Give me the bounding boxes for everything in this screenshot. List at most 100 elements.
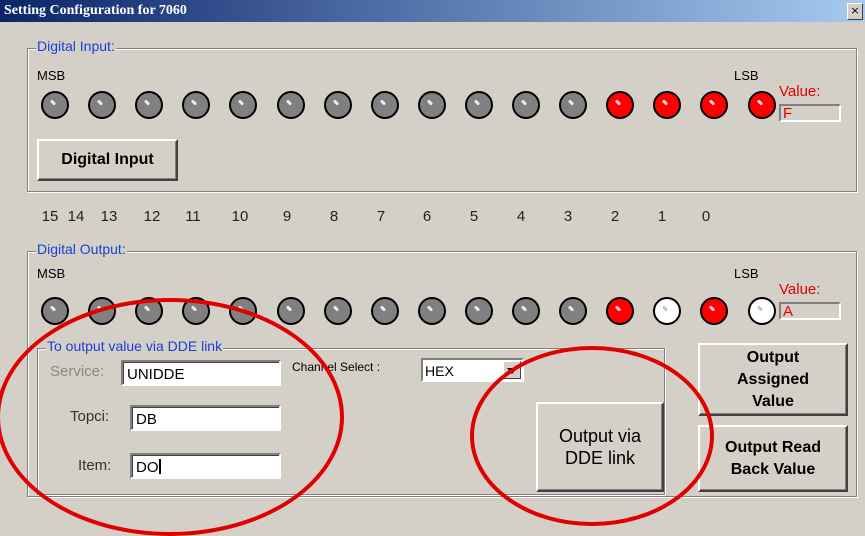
output-assigned-value-button[interactable]: Output Assigned Value [698,343,848,416]
digital-output-led-bit-10[interactable] [276,297,305,325]
bit-number-label: 8 [329,208,339,225]
led-glint [473,99,481,106]
close-button[interactable]: × [847,3,863,20]
bit-number-label: 15 [41,208,59,225]
led-glint [662,305,669,312]
digital-output-led-bit-13[interactable] [135,297,164,325]
led-glint [520,99,528,106]
led-glint [332,305,339,312]
bit-number-label: 5 [469,208,479,225]
bit-number-label: 12 [143,208,161,225]
led-glint [709,99,716,106]
chevron-down-icon[interactable] [503,361,521,379]
led-glint [567,99,575,106]
led-glint [473,305,481,312]
service-input[interactable]: UNIDDE [121,360,281,386]
digital-input-lsb-label: LSB [734,68,759,83]
digital-input-led-bit-14 [88,91,117,119]
digital-output-msb-label: MSB [37,266,66,281]
digital-output-lsb-label: LSB [734,266,759,281]
digital-output-led-bit-7[interactable] [417,297,446,325]
digital-input-led-bit-15 [41,91,69,119]
led-glint [191,305,198,312]
digital-output-led-bit-6[interactable] [464,297,493,325]
led-glint [285,99,292,106]
bit-number-label: 1 [657,208,667,225]
title-bar: Setting Configuration for 7060 × [0,0,865,22]
digital-output-led-bit-4[interactable] [559,297,588,325]
led-glint [520,305,528,312]
digital-input-led-bit-4 [559,91,588,119]
digital-output-led-bit-5[interactable] [512,297,540,325]
bit-number-label: 4 [516,208,526,225]
digital-input-led-bit-10 [276,91,305,119]
led-glint [238,305,245,312]
led-glint [238,99,245,106]
digital-input-button[interactable]: Digital Input [37,139,178,181]
bit-number-label: 14 [67,208,85,225]
digital-input-led-bit-0 [747,91,776,119]
bit-number-label: 10 [231,208,249,225]
led-glint [49,99,57,106]
digital-output-value-label: Value: [779,281,821,298]
dde-legend: To output value via DDE link [46,338,224,354]
item-input[interactable]: DO [130,453,281,479]
item-input-value: DO [136,459,159,476]
channel-select-value: HEX [425,363,454,379]
item-label: Item: [78,457,112,474]
close-icon: × [850,4,860,17]
digital-output-led-bit-15[interactable] [41,297,69,325]
led-glint [332,99,339,106]
led-glint [379,305,386,312]
led-glint [426,305,433,312]
led-glint [96,99,104,106]
bit-number-label: 11 [185,208,201,225]
led-glint [756,99,763,106]
window-title: Setting Configuration for 7060 [4,3,187,18]
digital-input-led-bit-8 [370,91,399,119]
led-glint [756,305,763,312]
digital-input-led-bit-5 [512,91,540,119]
led-glint [567,305,575,312]
led-glint [191,99,198,106]
channel-select-label: Channel Select : [292,360,381,374]
digital-input-led-bit-9 [323,91,352,119]
bit-number-label: 6 [422,208,432,225]
led-glint [379,99,386,106]
led-glint [615,305,622,312]
led-glint [426,99,433,106]
digital-output-led-bit-9[interactable] [323,297,352,325]
led-glint [709,305,716,312]
digital-input-led-bit-7 [417,91,446,119]
digital-input-legend: Digital Input: [36,38,116,54]
digital-input-value-label: Value: [779,83,821,100]
bit-number-label: 9 [282,208,292,225]
led-glint [49,305,57,312]
output-via-dde-button[interactable]: Output via DDE link [536,402,664,492]
led-glint [662,99,669,106]
digital-input-msb-label: MSB [37,68,66,83]
digital-output-led-bit-0[interactable] [747,297,776,325]
led-glint [615,99,622,106]
led-glint [96,305,104,312]
digital-output-led-bit-3[interactable] [606,297,635,325]
digital-input-led-bit-3 [606,91,635,119]
digital-input-led-bit-13 [135,91,164,119]
digital-output-legend: Digital Output: [36,241,127,257]
led-glint [144,305,151,312]
channel-select[interactable]: HEX [421,358,524,382]
topic-input[interactable]: DB [130,405,281,431]
digital-input-value-field: F [779,104,841,122]
topic-label: Topci: [70,408,110,425]
led-glint [144,99,151,106]
digital-output-led-bit-8[interactable] [370,297,399,325]
text-caret [158,459,161,474]
bit-number-label: 13 [100,208,118,225]
output-read-back-value-button[interactable]: Output Read Back Value [698,425,848,492]
digital-input-led-bit-6 [464,91,493,119]
led-glint [285,305,292,312]
service-label: Service: [50,363,105,380]
bit-number-label: 2 [610,208,620,225]
bit-number-label: 0 [701,208,711,225]
digital-output-led-bit-14[interactable] [88,297,117,325]
